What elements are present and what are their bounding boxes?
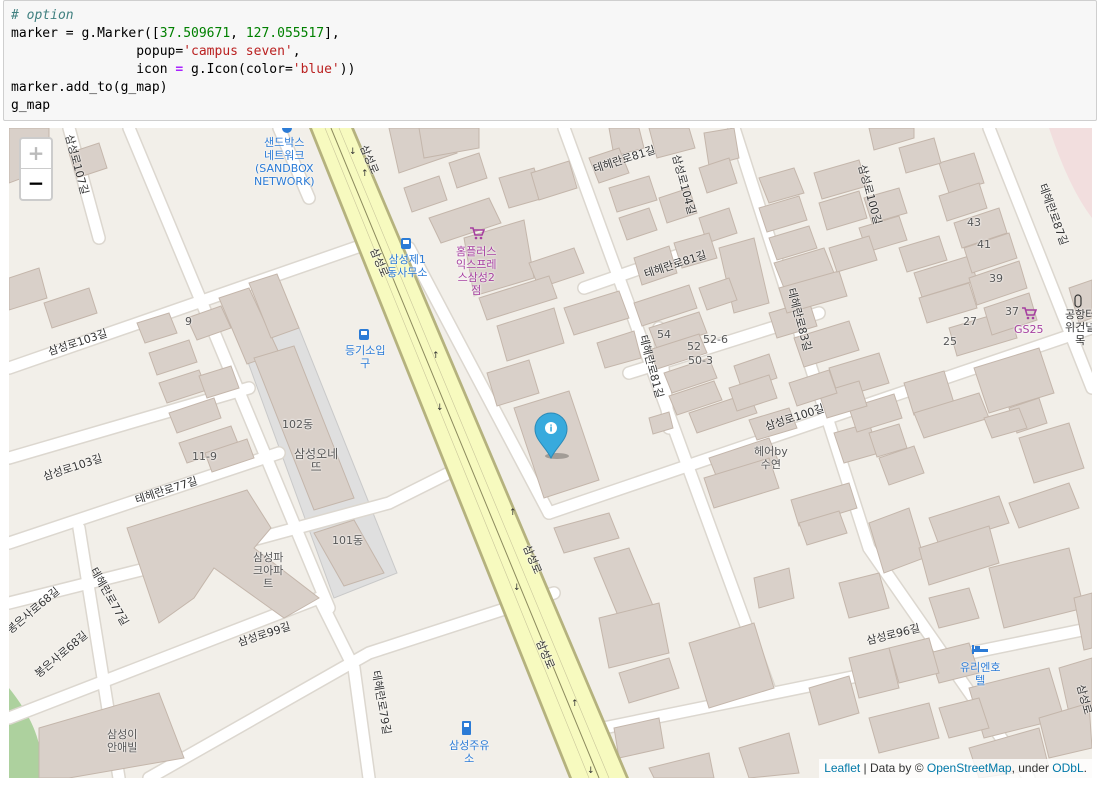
fuel-station-icon[interactable] bbox=[461, 720, 475, 736]
code-line-comment: # option bbox=[11, 7, 1096, 25]
house-number: 9 bbox=[185, 315, 192, 328]
code-cell[interactable]: # option marker = g.Marker([37.509671, 1… bbox=[3, 0, 1097, 121]
label-building-102: 102동 bbox=[282, 418, 314, 431]
svg-text:↑: ↑ bbox=[509, 508, 517, 518]
label-building-101: 101동 bbox=[332, 534, 364, 547]
house-number: 39 bbox=[989, 272, 1003, 285]
svg-text:↓: ↓ bbox=[349, 147, 357, 157]
code-line-icon: icon = g.Icon(color='blue')) bbox=[11, 61, 1096, 79]
house-number: 25 bbox=[943, 335, 957, 348]
label-homeplus: 홈플러스 익스프레 스삼성2 점 bbox=[456, 245, 497, 297]
label-registry-entrance: 등기소입 구 bbox=[345, 344, 386, 370]
house-number: 41 bbox=[977, 238, 991, 251]
code-comment: # option bbox=[11, 8, 74, 23]
zoom-in-button[interactable]: + bbox=[21, 139, 51, 169]
map-attribution: Leaflet | Data by © OpenStreetMap, under… bbox=[819, 759, 1092, 778]
svg-text:↑: ↑ bbox=[432, 351, 440, 361]
code-line1-end: ], bbox=[324, 26, 340, 41]
label-samsung-dongsamuso: 삼성제1 동사무소 bbox=[387, 253, 428, 279]
crosswalk-icon bbox=[1074, 294, 1082, 308]
code-icon-call: g.Icon(color= bbox=[183, 62, 293, 77]
house-number: 52-6 bbox=[703, 333, 728, 346]
attribution-under: , under bbox=[1011, 761, 1053, 775]
label-samsung-gas-station: 삼성주유 소 bbox=[449, 739, 490, 765]
house-number: 50-3 bbox=[688, 354, 713, 367]
code-popup-string: 'campus seven' bbox=[183, 44, 293, 59]
code-line-marker: marker = g.Marker([37.509671, 127.055517… bbox=[11, 25, 1096, 43]
code-add-to: marker.add_to(g_map) bbox=[11, 80, 168, 95]
code-lng: 127.055517 bbox=[245, 26, 325, 41]
svg-text:i: i bbox=[549, 425, 552, 435]
house-number: 54 bbox=[657, 328, 671, 341]
house-number: 27 bbox=[963, 315, 977, 328]
code-var: marker bbox=[11, 26, 58, 41]
code-comma: , bbox=[230, 26, 246, 41]
poi-top-icon bbox=[282, 128, 292, 133]
house-number: 52 bbox=[687, 340, 701, 353]
label-hair-suyeon: 헤어by 수연 bbox=[754, 445, 788, 471]
label-airport-terminal: 공항터 위건널 목 bbox=[1065, 308, 1092, 347]
house-number: 37 bbox=[1005, 305, 1019, 318]
code-line-add: marker.add_to(g_map) bbox=[11, 79, 1096, 97]
code-line3-end: )) bbox=[339, 62, 356, 77]
svg-text:↑: ↑ bbox=[571, 699, 579, 709]
odbl-link[interactable]: ODbL bbox=[1052, 761, 1083, 775]
shopping-cart-icon[interactable] bbox=[469, 226, 485, 240]
code-lat: 37.509671 bbox=[159, 26, 231, 41]
code-call: = g.Marker([ bbox=[57, 26, 160, 41]
attribution-dot: . bbox=[1083, 761, 1087, 775]
openstreetmap-link[interactable]: OpenStreetMap bbox=[927, 761, 1012, 775]
label-samsung-park: 삼성파 크아파 트 bbox=[253, 551, 284, 590]
code-line-gmap: g_map bbox=[11, 97, 1096, 115]
label-yuri-hotel: 유리엔호 텔 bbox=[960, 661, 1001, 687]
label-samsung-ianaebil: 삼성이 안애빌 bbox=[107, 728, 138, 754]
zoom-out-button[interactable]: − bbox=[21, 169, 51, 198]
label-sandbox: 샌드박스 네트워크 (SANDBOX NETWORK) bbox=[254, 136, 315, 188]
leaflet-map[interactable]: ↓ ↑ ↑ ↓ ↑ ↓ ↑ ↓ 샌드박스 네트워크 (SANDBOX NETWORK) … bbox=[9, 128, 1092, 778]
house-number: 11-9 bbox=[192, 450, 217, 463]
code-icon-color: 'blue' bbox=[292, 62, 340, 77]
label-gs25: GS25 bbox=[1014, 323, 1044, 336]
hotel-bed-icon[interactable] bbox=[971, 643, 989, 655]
attribution-text: | Data by © bbox=[860, 761, 927, 775]
label-samsung-onenet: 삼성오네 뜨 bbox=[294, 447, 339, 474]
code-line2-end: , bbox=[292, 44, 301, 59]
svg-text:↓: ↓ bbox=[513, 583, 521, 593]
house-number: 43 bbox=[967, 216, 981, 229]
code-popup-key: popup= bbox=[11, 44, 184, 59]
svg-text:↓: ↓ bbox=[587, 766, 595, 776]
map-marker-campus-seven[interactable]: i bbox=[533, 412, 569, 460]
code-icon-key: icon bbox=[11, 62, 176, 77]
shopping-cart-icon[interactable] bbox=[1021, 306, 1037, 320]
bus-stop-icon[interactable] bbox=[358, 328, 370, 342]
code-gmap: g_map bbox=[11, 98, 51, 113]
zoom-control: + − bbox=[19, 137, 53, 201]
bus-stop-icon[interactable] bbox=[400, 237, 412, 251]
code-line-popup: popup='campus seven', bbox=[11, 43, 1096, 61]
leaflet-link[interactable]: Leaflet bbox=[824, 761, 860, 775]
svg-text:↓: ↓ bbox=[436, 403, 444, 413]
